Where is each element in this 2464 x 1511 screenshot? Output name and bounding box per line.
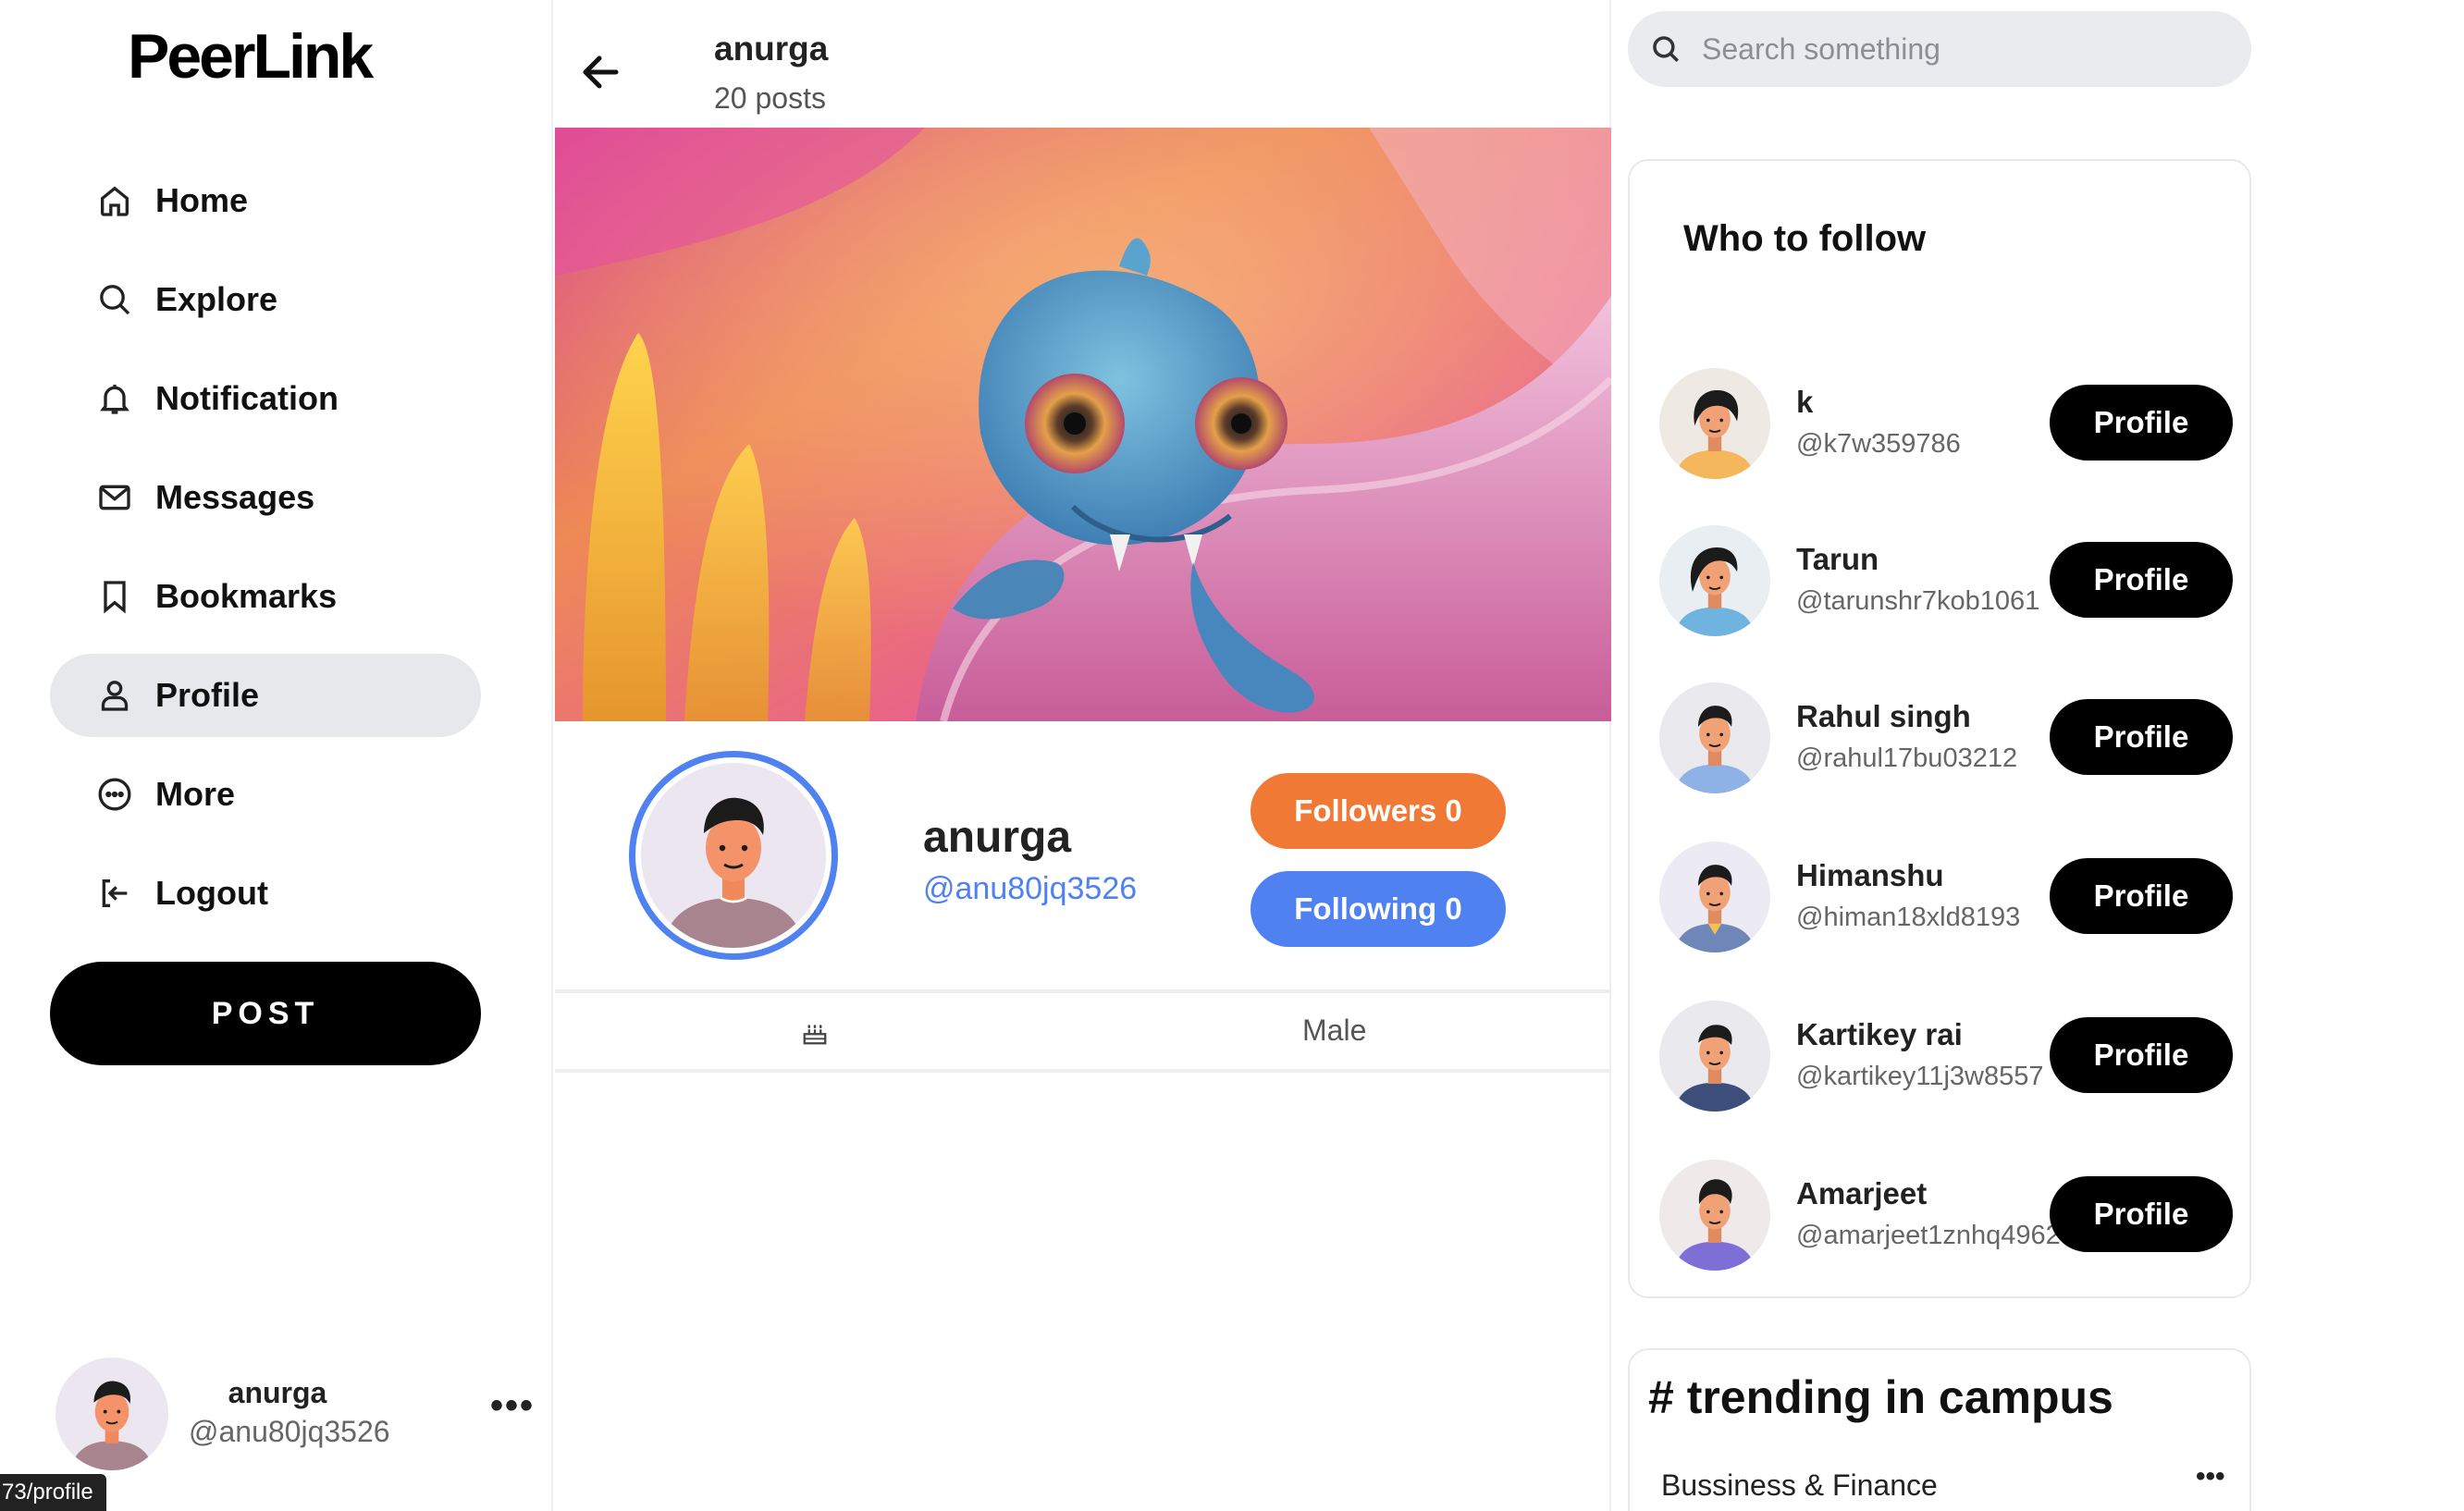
nav-item-label: Logout	[155, 874, 268, 912]
profile-main: anurga 20 posts anurga @anu80jq3526 Foll…	[555, 0, 1611, 1511]
nav-item-label: Bookmarks	[155, 577, 338, 615]
bookmark-icon	[104, 581, 126, 614]
right-sidebar: Who to follow k @k7w359786 Profile	[1613, 0, 2464, 1511]
avatar[interactable]	[1659, 1001, 1770, 1112]
home-icon	[101, 186, 129, 216]
logout-icon	[102, 879, 128, 907]
avatar[interactable]	[1659, 368, 1770, 479]
nav-item-label: More	[155, 775, 236, 813]
profile-button[interactable]: Profile	[2050, 542, 2233, 618]
avatar	[55, 1357, 168, 1470]
post-button[interactable]: POST	[50, 962, 481, 1065]
app-logo[interactable]: PeerLink	[128, 20, 374, 92]
profile-avatar[interactable]	[629, 751, 838, 960]
follow-user-name: Rahul singh	[1796, 699, 1971, 733]
avatar[interactable]	[1659, 1160, 1770, 1271]
list-item: Tarun @tarunshr7kob1061 Profile	[1659, 523, 2242, 638]
who-to-follow-card: Who to follow k @k7w359786 Profile Tarun…	[1628, 159, 2251, 1298]
account-switcher[interactable]: anurga @anu80jq3526 •••	[55, 1357, 536, 1472]
trending-item[interactable]: Bussiness & Finance	[1661, 1468, 1938, 1503]
profile-gender: Male	[1302, 1013, 1367, 1047]
nav-item-bookmarks[interactable]: Bookmarks	[50, 555, 481, 638]
follow-user-handle: @k7w359786	[1796, 429, 1961, 459]
follow-user-handle: @amarjeet1znhq4962	[1796, 1221, 2061, 1250]
follow-user-handle: @tarunshr7kob1061	[1796, 586, 2040, 616]
avatar[interactable]	[1659, 841, 1770, 952]
main-nav: Home Explore Notification Messages Bookm…	[50, 159, 481, 951]
follow-user-name: Tarun	[1796, 542, 1879, 576]
user-avatar-illustration	[1659, 841, 1770, 952]
arrow-left-icon	[583, 55, 619, 89]
search-icon	[1653, 36, 1680, 63]
profile-name: anurga	[923, 813, 1072, 862]
profile-button[interactable]: Profile	[2050, 1176, 2233, 1252]
user-avatar-illustration	[1659, 682, 1770, 793]
follow-user-name: Amarjeet	[1796, 1176, 1928, 1210]
nav-item-home[interactable]: Home	[50, 159, 481, 242]
follow-user-handle: @kartikey11j3w8557	[1796, 1062, 2044, 1091]
user-avatar-illustration	[1659, 368, 1770, 479]
nav-item-label: Explore	[155, 280, 278, 318]
followers-button[interactable]: Followers 0	[1250, 773, 1506, 849]
nav-item-notification[interactable]: Notification	[50, 357, 481, 440]
trending-title: # trending in campus	[1648, 1371, 2113, 1423]
nav-item-profile[interactable]: Profile	[50, 654, 481, 737]
user-avatar-illustration	[55, 1357, 168, 1470]
profile-button[interactable]: Profile	[2050, 1017, 2233, 1093]
account-name: anurga	[228, 1376, 327, 1409]
trending-more-icon[interactable]: •••	[2196, 1461, 2225, 1493]
chameleon-cover-illustration	[555, 128, 1611, 721]
account-more-icon[interactable]: •••	[490, 1385, 535, 1427]
birthday-cake-icon	[803, 1025, 827, 1045]
left-sidebar: PeerLink Home Explore Notification Messa…	[0, 0, 553, 1511]
user-avatar-illustration	[1659, 1160, 1770, 1271]
follow-user-handle: @himan18xld8193	[1796, 903, 2021, 932]
who-to-follow-title: Who to follow	[1683, 218, 1927, 259]
list-item: Kartikey rai @kartikey11j3w8557 Profile	[1659, 999, 2242, 1113]
back-button[interactable]	[575, 46, 627, 98]
profile-button[interactable]: Profile	[2050, 699, 2233, 775]
user-avatar-illustration	[1659, 1001, 1770, 1112]
trending-card: # trending in campus Bussiness & Finance…	[1628, 1348, 2251, 1511]
account-handle: @anu80jq3526	[189, 1415, 390, 1448]
profile-avatar-illustration	[641, 763, 826, 948]
follow-user-name: Kartikey rai	[1796, 1017, 1963, 1051]
profile-summary: anurga @anu80jq3526 Followers 0 Followin…	[555, 721, 1611, 989]
header-title: anurga	[714, 30, 829, 68]
more-circle-icon	[98, 778, 131, 811]
list-item: k @k7w359786 Profile	[1659, 366, 2242, 481]
nav-item-logout[interactable]: Logout	[50, 852, 481, 935]
nav-item-label: Home	[155, 181, 249, 219]
status-url-tooltip: 73/profile	[0, 1474, 106, 1511]
nav-item-label: Notification	[155, 379, 339, 417]
search-input[interactable]	[1702, 31, 2220, 67]
following-button[interactable]: Following 0	[1250, 871, 1506, 947]
nav-item-label: Messages	[155, 478, 315, 516]
header-post-count: 20 posts	[714, 81, 826, 115]
search-bar[interactable]	[1628, 11, 2251, 87]
profile-info-row: Male	[555, 989, 1611, 1073]
user-icon	[101, 681, 129, 711]
follow-user-name: k	[1796, 385, 1814, 419]
avatar[interactable]	[1659, 525, 1770, 636]
search-icon	[100, 285, 130, 315]
list-item: Amarjeet @amarjeet1znhq4962 Profile	[1659, 1158, 2242, 1272]
nav-item-more[interactable]: More	[50, 753, 481, 836]
list-item: Himanshu @himan18xld8193 Profile	[1659, 840, 2242, 954]
mail-icon	[99, 485, 130, 510]
profile-button[interactable]: Profile	[2050, 858, 2233, 934]
profile-button[interactable]: Profile	[2050, 385, 2233, 461]
cover-image	[555, 128, 1611, 721]
follow-user-name: Himanshu	[1796, 858, 1944, 892]
profile-handle[interactable]: @anu80jq3526	[923, 871, 1137, 907]
list-item: Rahul singh @rahul17bu03212 Profile	[1659, 681, 2242, 795]
nav-item-label: Profile	[155, 676, 260, 714]
nav-item-messages[interactable]: Messages	[50, 456, 481, 539]
nav-item-explore[interactable]: Explore	[50, 258, 481, 341]
follow-user-handle: @rahul17bu03212	[1796, 743, 2018, 773]
user-avatar-illustration	[1659, 525, 1770, 636]
avatar[interactable]	[1659, 682, 1770, 793]
bell-icon	[100, 385, 129, 414]
